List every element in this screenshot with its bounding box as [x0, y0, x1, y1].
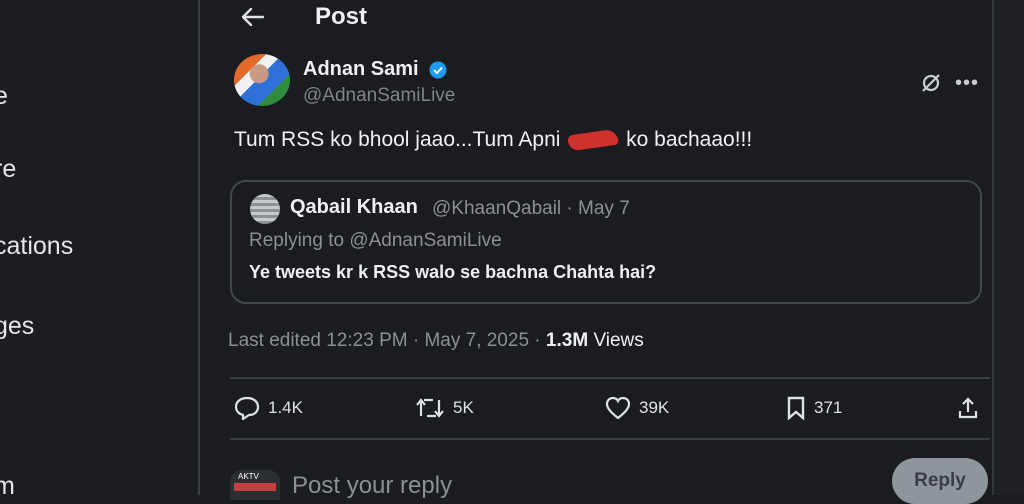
- reply-input[interactable]: Post your reply: [292, 472, 452, 500]
- sidebar-nav: e re cations ges m: [0, 0, 198, 500]
- views-count: 1.3M: [545, 330, 589, 351]
- sidebar-divider: [198, 0, 200, 495]
- sidebar-item-explore[interactable]: re: [0, 155, 16, 184]
- edited-timestamp[interactable]: Last edited 12:23 PM · May 7, 2025 ·: [228, 330, 546, 351]
- like-action[interactable]: 39K: [605, 396, 669, 420]
- quote-replying-to[interactable]: Replying to @AdnanSamiLive: [249, 230, 502, 252]
- author-name[interactable]: Adnan Sami: [303, 58, 419, 81]
- repost-count: 5K: [453, 398, 474, 417]
- reply-button[interactable]: Reply: [892, 458, 988, 504]
- more-options-icon[interactable]: •••: [955, 72, 979, 95]
- sidebar-item-notifications[interactable]: cations: [0, 232, 73, 261]
- reply-action[interactable]: 1.4K: [234, 396, 303, 420]
- bookmark-icon: [787, 396, 805, 420]
- quote-avatar[interactable]: [250, 194, 280, 224]
- sidebar-item-premium[interactable]: m: [0, 472, 15, 501]
- share-icon: [958, 397, 978, 419]
- post-meta: Last edited 12:23 PM · May 7, 2025 · 1.3…: [228, 330, 644, 352]
- divider: [230, 377, 990, 379]
- verified-badge-icon: [429, 61, 447, 79]
- avatar[interactable]: [234, 54, 290, 106]
- redaction-mark: [567, 129, 620, 152]
- heart-icon: [605, 396, 631, 420]
- reply-avatar-text: AKTV: [238, 472, 259, 481]
- bookmark-count: 371: [814, 398, 843, 417]
- page-title: Post: [315, 3, 368, 30]
- sidebar-item-messages[interactable]: ges: [0, 312, 34, 341]
- reply-count: 1.4K: [268, 398, 303, 417]
- post-text: Tum RSS ko bhool jaao...Tum Apni ko bach…: [234, 128, 752, 152]
- quote-text: Ye tweets kr k RSS walo se bachna Chahta…: [249, 262, 657, 282]
- right-column-edge: [994, 0, 1024, 495]
- bookmark-action[interactable]: 371: [786, 396, 842, 420]
- quote-author-handle[interactable]: @KhaanQabail · May 7: [432, 198, 630, 220]
- author-handle[interactable]: @AdnanSamiLive: [303, 85, 455, 107]
- repost-icon: [416, 398, 444, 418]
- views-label: Views: [593, 330, 644, 351]
- post-text-after: ko bachaao!!!: [626, 128, 753, 151]
- repost-action[interactable]: 5K: [415, 396, 474, 420]
- back-arrow-icon[interactable]: [236, 0, 270, 34]
- reply-icon: [234, 396, 260, 420]
- quote-author-name[interactable]: Qabail Khaan: [290, 196, 418, 219]
- quoted-post[interactable]: Qabail Khaan @KhaanQabail · May 7 Replyi…: [230, 180, 982, 304]
- sidebar-item-home[interactable]: e: [0, 82, 8, 111]
- reply-composer-avatar: AKTV: [230, 470, 280, 500]
- divider: [230, 438, 990, 440]
- post-text-before: Tum RSS ko bhool jaao...Tum Apni: [234, 128, 561, 151]
- grok-icon[interactable]: [920, 72, 942, 94]
- like-count: 39K: [639, 398, 670, 417]
- share-action[interactable]: [957, 396, 979, 420]
